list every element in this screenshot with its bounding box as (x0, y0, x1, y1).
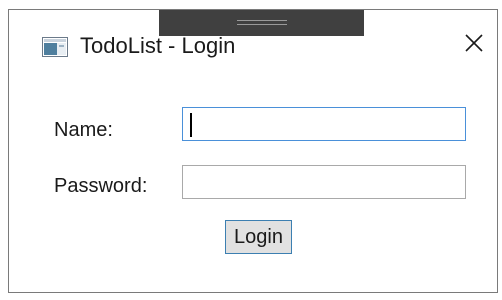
window-title: TodoList - Login (80, 33, 236, 58)
name-label: Name: (54, 119, 113, 141)
text-caret (190, 113, 192, 137)
login-button[interactable]: Login (225, 220, 292, 254)
password-field[interactable] (182, 165, 466, 199)
close-button[interactable] (459, 30, 489, 60)
grip-icon[interactable] (237, 20, 287, 25)
login-window: TodoList - Login Name: Password: Login (8, 9, 498, 293)
page: TodoList - Login Name: Password: Login (0, 0, 502, 300)
password-label: Password: (54, 175, 148, 197)
app-window-icon (42, 37, 68, 57)
drag-handle-bar[interactable] (159, 10, 364, 36)
name-field[interactable] (182, 107, 466, 141)
close-icon (464, 33, 484, 58)
